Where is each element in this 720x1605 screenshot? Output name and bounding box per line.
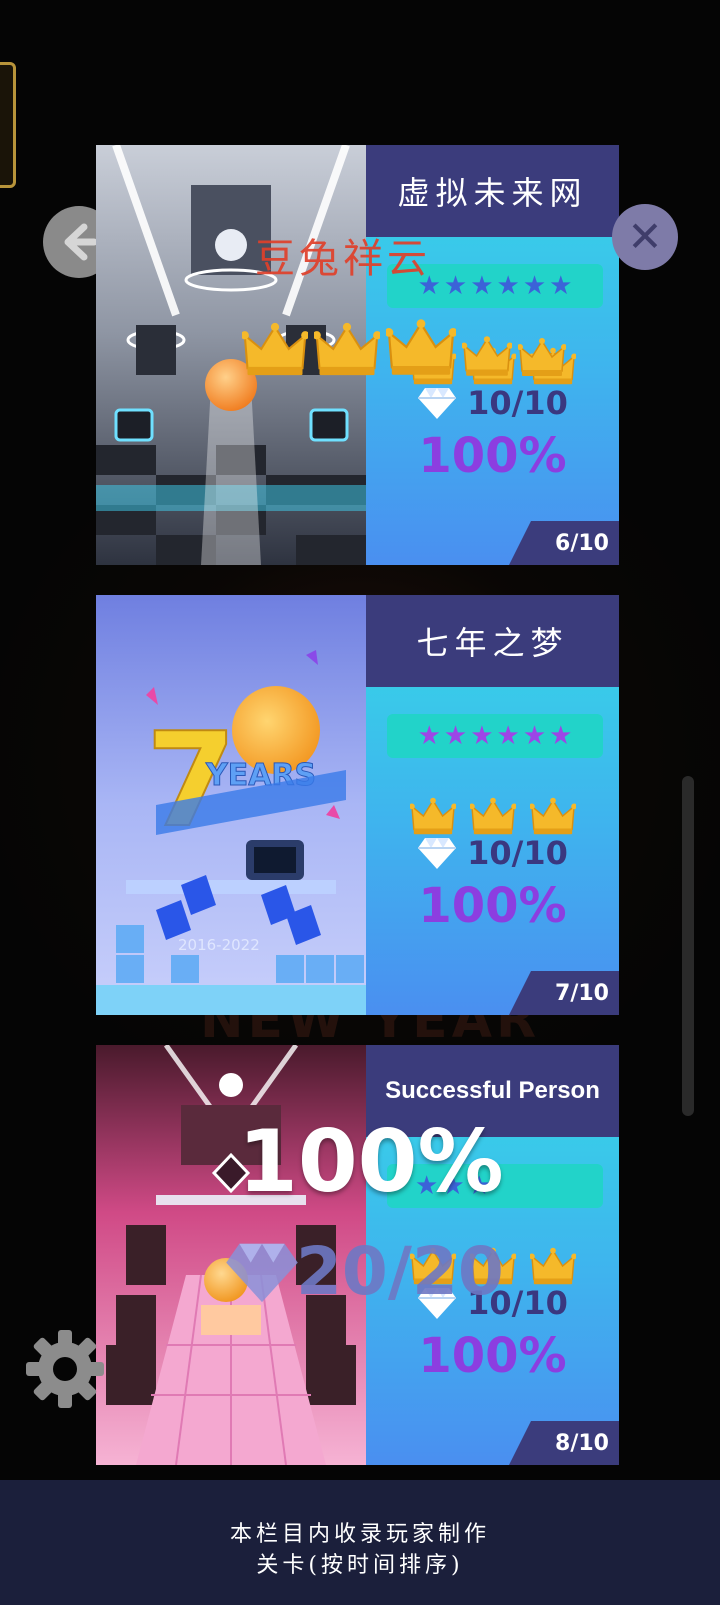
scrollbar[interactable] — [682, 776, 694, 1116]
page-indicator-3: 8/10 — [509, 1421, 619, 1465]
close-icon: ✕ — [627, 212, 663, 261]
reward-percent-overlay: 100% — [238, 1112, 504, 1212]
gem-counter-1: 10/10 — [366, 377, 619, 429]
star-icon: ★ — [443, 271, 468, 301]
completion-percent-2: 100% — [418, 878, 567, 934]
reward-crowns-overlay — [242, 306, 582, 378]
completion-percent-1: 100% — [418, 428, 567, 484]
footer-description: 本栏目内收录玩家制作 关卡(按时间排序) — [0, 1480, 720, 1605]
star-icon: ★ — [549, 271, 573, 301]
crown-icon — [386, 319, 456, 375]
level-title-2: 七年之梦 — [366, 595, 619, 687]
footer-line-1: 本栏目内收录玩家制作 — [229, 1521, 490, 1547]
crown-icon — [314, 322, 380, 376]
level-title-1: 虚拟未来网 — [366, 145, 619, 237]
footer-line-2: 关卡(按时间排序) — [256, 1552, 464, 1578]
side-tab[interactable] — [0, 62, 16, 188]
star-icon: ★ — [496, 721, 520, 751]
diamond-icon — [418, 838, 457, 869]
page-indicator-2: 7/10 — [509, 971, 619, 1015]
arrow-left-icon — [64, 223, 98, 261]
years-range: 2016-2022 — [178, 936, 260, 954]
settings-button[interactable] — [24, 1328, 106, 1410]
star-icon: ★ — [496, 271, 520, 301]
close-button[interactable]: ✕ — [612, 204, 678, 270]
reward-gem-count-overlay: 20/20 — [296, 1233, 504, 1310]
star-icon: ★ — [470, 271, 494, 301]
star-rating-2: ★ ★ ★ ★ ★ ★ — [387, 714, 603, 758]
gear-icon — [26, 1330, 104, 1408]
crown-icon — [242, 322, 308, 376]
gem-counter-2: 10/10 — [366, 827, 619, 879]
crown-icon — [518, 338, 566, 376]
completion-percent-3: 100% — [418, 1328, 567, 1384]
watermark-text: 豆兔祥云 — [255, 236, 431, 282]
diamond-icon — [222, 1240, 302, 1308]
crown-icon — [462, 336, 512, 376]
star-icon: ★ — [549, 721, 573, 751]
star-icon: ★ — [470, 721, 494, 751]
star-icon: ★ — [443, 721, 468, 751]
star-icon: ★ — [522, 721, 547, 751]
level-info-2: 七年之梦 ★ ★ ★ ★ ★ ★ 10/10 100% 7/10 — [366, 595, 619, 1015]
diamond-icon — [418, 388, 457, 419]
level-artwork-2: 7 YEARS 2016-2022 — [96, 595, 366, 1015]
gem-count-1: 10/10 — [467, 384, 568, 422]
star-icon: ★ — [522, 271, 547, 301]
gem-count-2: 10/10 — [467, 834, 568, 872]
level-card-2[interactable]: 7 YEARS 2016-2022 七年之梦 ★ ★ ★ ★ ★ ★ 10/10… — [96, 595, 619, 1015]
page-indicator-1: 6/10 — [509, 521, 619, 565]
star-icon: ★ — [417, 721, 441, 751]
